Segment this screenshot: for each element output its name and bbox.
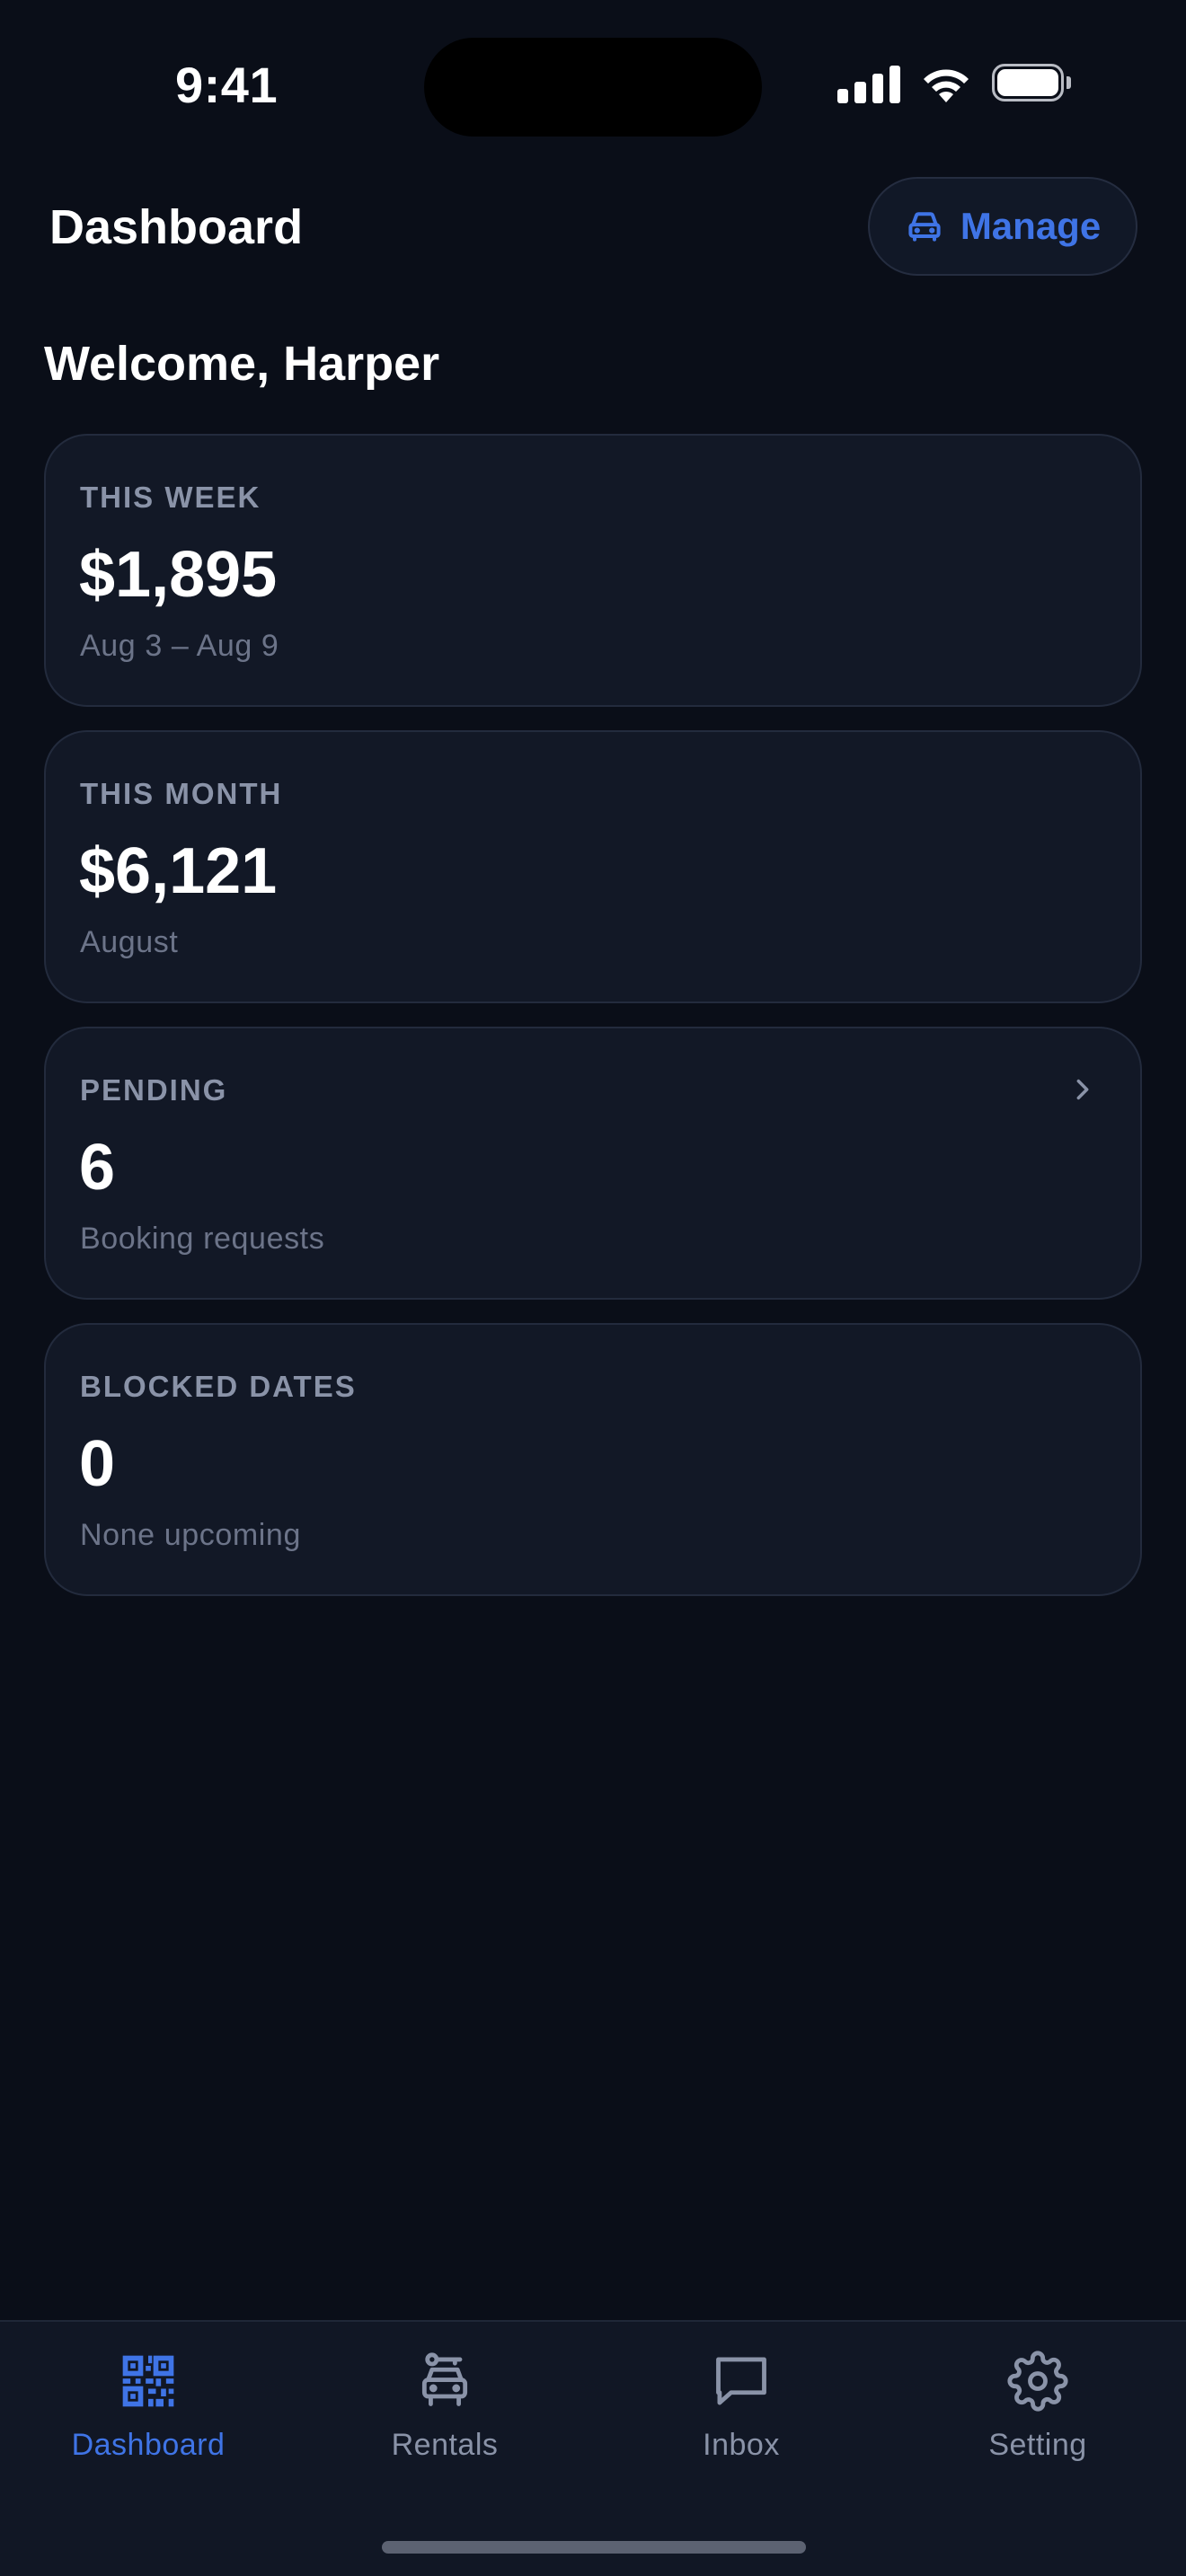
card-value: 0 <box>79 1428 116 1500</box>
card-value: $1,895 <box>79 539 278 611</box>
manage-button[interactable]: Manage <box>868 177 1137 276</box>
battery-icon <box>992 64 1075 103</box>
tab-bar: Dashboard Rentals Inbox Setting <box>0 2320 1186 2576</box>
card-label: PENDING <box>80 1073 228 1107</box>
card-subtitle: August <box>80 925 179 959</box>
car-icon <box>908 212 941 242</box>
card-value: 6 <box>79 1132 116 1204</box>
card-label: THIS WEEK <box>80 481 261 514</box>
cellular-signal-icon <box>837 64 900 103</box>
page-title: Dashboard <box>49 200 304 254</box>
tab-setting[interactable]: Setting <box>890 2343 1186 2478</box>
wifi-icon <box>924 69 969 102</box>
this-month-card: THIS MONTH $6,121 August <box>44 730 1142 1003</box>
tab-label: Dashboard <box>71 2428 226 2462</box>
gear-icon <box>1007 2351 1068 2412</box>
dynamic-island <box>424 38 762 137</box>
card-label: THIS MONTH <box>80 777 283 810</box>
card-subtitle: Aug 3 – Aug 9 <box>80 629 279 663</box>
tab-label: Setting <box>988 2428 1087 2462</box>
blocked-dates-card: BLOCKED DATES 0 None upcoming <box>44 1323 1142 1596</box>
car-key-icon <box>421 2352 468 2406</box>
tab-label: Rentals <box>391 2428 499 2462</box>
qr-code-icon <box>122 2355 174 2407</box>
status-icons <box>837 63 1075 104</box>
tab-dashboard[interactable]: Dashboard <box>0 2343 296 2478</box>
status-time: 9:41 <box>175 57 279 113</box>
card-subtitle: Booking requests <box>80 1222 325 1256</box>
tab-label: Inbox <box>703 2428 780 2462</box>
home-indicator <box>382 2541 806 2554</box>
card-subtitle: None upcoming <box>80 1518 301 1552</box>
chevron-right-icon <box>1076 1079 1089 1100</box>
tab-inbox[interactable]: Inbox <box>593 2343 890 2478</box>
manage-button-label: Manage <box>960 205 1102 247</box>
pending-card[interactable]: PENDING 6 Booking requests <box>44 1027 1142 1300</box>
card-value: $6,121 <box>79 835 278 907</box>
tab-rentals[interactable]: Rentals <box>296 2343 593 2478</box>
message-icon <box>716 2357 766 2405</box>
this-week-card: THIS WEEK $1,895 Aug 3 – Aug 9 <box>44 434 1142 707</box>
welcome-heading: Welcome, Harper <box>44 337 440 391</box>
card-label: BLOCKED DATES <box>80 1370 357 1403</box>
